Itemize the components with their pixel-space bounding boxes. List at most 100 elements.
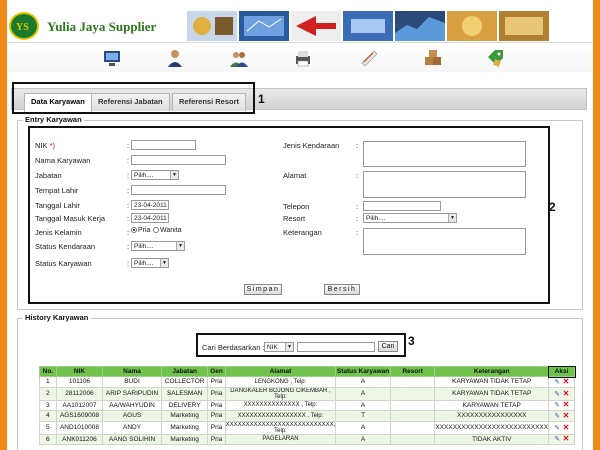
table-cell: A	[335, 376, 391, 388]
table-cell: Pria	[207, 376, 226, 388]
simpan-button[interactable]: Simpan	[244, 284, 282, 295]
colon: :	[127, 242, 130, 251]
row-actions: ✎ ✕	[548, 420, 575, 435]
table-cell: A	[335, 399, 391, 411]
alamat-textarea[interactable]	[363, 171, 526, 198]
table-cell	[389, 433, 436, 445]
radio-selected-icon	[131, 227, 137, 234]
delete-icon[interactable]: ✕	[562, 389, 570, 397]
nik-input[interactable]	[131, 140, 196, 150]
colon: :	[356, 141, 359, 150]
colon: :	[127, 259, 130, 268]
chevron-down-icon: ▼	[176, 242, 184, 250]
tanggal-lahir-input[interactable]: 23-04-2011	[131, 200, 169, 210]
banner-image-icon	[447, 11, 497, 41]
table-cell: A	[335, 386, 391, 401]
table-cell	[389, 376, 436, 388]
gender-radio-pria[interactable]: Pria	[131, 227, 150, 234]
status-kendaraan-select[interactable]: Pilih.... ▼	[131, 241, 185, 251]
table-cell: 101106	[55, 376, 104, 388]
keterangan-label: Keterangan	[283, 228, 322, 237]
column-header[interactable]: Alamat	[224, 366, 337, 377]
users-icon[interactable]	[229, 48, 249, 68]
row-actions: ✎ ✕	[548, 399, 575, 411]
status-karyawan-select[interactable]: Pilih.... ▼	[131, 258, 169, 268]
table-cell: AA1012007	[55, 399, 104, 411]
edit-icon[interactable]: ✎	[554, 391, 561, 398]
column-header[interactable]: NIK	[55, 366, 104, 377]
search-button[interactable]: Cari	[378, 341, 398, 352]
colon: :	[127, 186, 130, 195]
tanggal-masuk-input[interactable]: 23-04-2011	[131, 213, 169, 223]
table-row[interactable]: 5 AND1010008 ANDY Marketing Pria XXXXXXXXXXXX…	[39, 420, 575, 435]
delete-icon[interactable]: ✕	[562, 377, 570, 385]
app-title: Yulia Jaya Supplier	[47, 19, 157, 34]
table-cell: ANK011206	[55, 433, 104, 445]
column-header[interactable]: Gen	[207, 366, 226, 377]
delete-icon[interactable]: ✕	[562, 423, 570, 431]
table-cell: XXXXXXXXXXXXXXXXXXXXXXXXXX	[434, 420, 550, 435]
gender-radio-wanita[interactable]: Wanita	[153, 227, 182, 234]
table-cell: DELIVERY	[160, 399, 209, 411]
table-cell: Marketing	[160, 433, 209, 445]
table-cell: BUDI	[102, 376, 162, 388]
column-header[interactable]: Status Karyawan	[335, 366, 391, 377]
table-cell: Pria	[207, 420, 226, 435]
edit-icon[interactable]: ✎	[554, 379, 561, 386]
chevron-down-icon: ▼	[160, 259, 168, 267]
nama-karyawan-label: Nama Karyawan	[35, 156, 91, 165]
nama-karyawan-input[interactable]	[131, 155, 226, 165]
column-header[interactable]: Resort	[389, 366, 436, 377]
tag-icon[interactable]	[485, 48, 505, 68]
resort-select[interactable]: Pilih.... ▼	[363, 213, 457, 223]
table-cell: DANGKALER BOJONG CIKEMBAR , Telp:	[224, 386, 337, 401]
document-icon[interactable]	[359, 48, 379, 68]
tempat-lahir-input[interactable]	[131, 185, 226, 195]
table-row[interactable]: 3 AA1012007 AA/WAHYUDIN DELIVERY Pria XXXXXXX…	[39, 399, 575, 411]
table-row[interactable]: 2 28112006 ARIP SARIPUDIN SALESMAN Pria DANGK…	[39, 386, 575, 401]
delete-icon[interactable]: ✕	[562, 401, 570, 409]
column-header-aksi: Aksi	[547, 365, 576, 378]
annotation-number-1: 1	[258, 92, 265, 106]
table-cell: 4	[39, 410, 57, 422]
edit-icon[interactable]: ✎	[554, 402, 561, 409]
jenis-kelamin-label: Jenis Kelamin	[35, 228, 82, 237]
banner-image-icon	[187, 11, 237, 41]
jabatan-select[interactable]: Pilih.... ▼	[131, 170, 179, 180]
edit-icon[interactable]: ✎	[554, 425, 561, 432]
search-field-select[interactable]: NIK ▼	[264, 342, 294, 352]
jenis-kendaraan-textarea[interactable]	[363, 141, 526, 167]
row-actions: ✎ ✕	[548, 433, 575, 445]
telepon-label: Telepon	[283, 202, 310, 211]
jabatan-label: Jabatan	[35, 171, 62, 180]
radio-empty-icon	[153, 227, 159, 234]
colon: :	[127, 141, 130, 150]
table-cell: 5	[39, 420, 57, 435]
search-input[interactable]	[297, 342, 375, 352]
table-cell: AGS1609008	[55, 410, 104, 422]
table-row[interactable]: 6 ANK011206 AANG SOLIHIN Marketing Pria PAGEL…	[39, 433, 575, 445]
column-header[interactable]: Keterangan	[434, 366, 550, 377]
edit-icon[interactable]: ✎	[554, 436, 561, 443]
column-header[interactable]: Jabatan	[160, 366, 209, 377]
table-cell	[389, 386, 436, 401]
history-legend: History Karyawan	[23, 313, 91, 322]
svg-text:YS: YS	[16, 22, 29, 33]
table-cell: AND1010008	[55, 420, 104, 435]
keterangan-textarea[interactable]	[363, 228, 526, 255]
edit-icon[interactable]: ✎	[554, 413, 561, 420]
banner-image-icon	[291, 11, 341, 41]
bersih-button[interactable]: Bersih	[324, 284, 360, 295]
user-icon[interactable]	[165, 48, 185, 68]
boxes-icon[interactable]	[423, 48, 443, 68]
column-header[interactable]: Nama	[102, 366, 162, 377]
column-header[interactable]: No.	[39, 366, 57, 377]
monitor-icon[interactable]	[102, 48, 122, 68]
telepon-input[interactable]	[363, 201, 441, 211]
delete-icon[interactable]: ✕	[562, 411, 570, 419]
table-row[interactable]: 1 101106 BUDI COLLECTOR Pria LENGKONG , Telp:…	[39, 376, 575, 388]
printer-icon[interactable]	[293, 48, 313, 68]
delete-icon[interactable]: ✕	[562, 435, 570, 443]
table-row[interactable]: 4 AGS1609008 AGUS Marketing Pria XXXXXXXXXXXX…	[39, 410, 575, 422]
table-cell: A	[335, 433, 391, 445]
